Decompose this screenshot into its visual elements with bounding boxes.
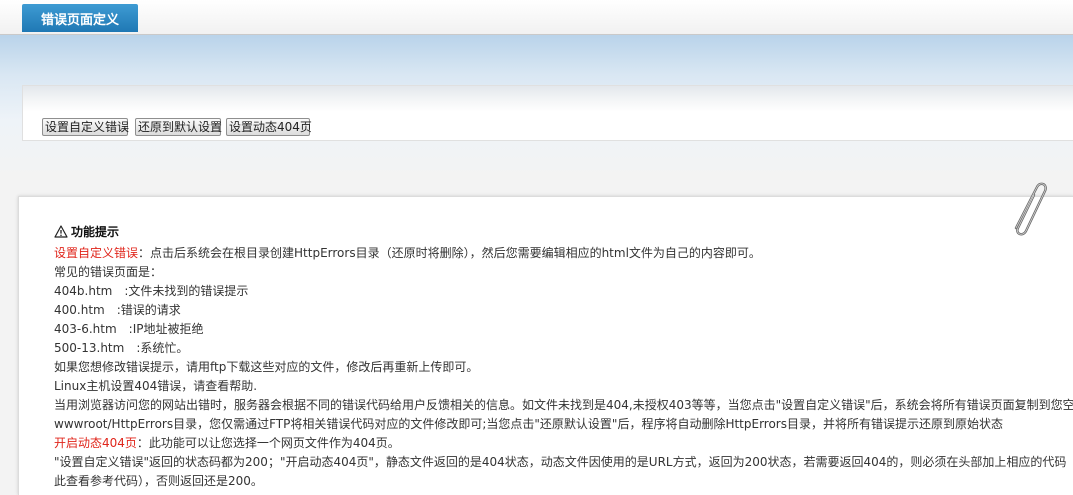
info-line: 404b.htm :文件未找到的错误提示	[54, 282, 1073, 301]
info-line: 开启动态404页：此功能可以让您选择一个网页文件作为404页。	[54, 434, 1073, 453]
info-line-text: 404b.htm :文件未找到的错误提示	[54, 284, 249, 298]
info-line: 400.htm :错误的请求	[54, 301, 1073, 320]
info-line: wwwroot/HttpErrors目录，您仅需通过FTP将相关错误代码对应的文…	[54, 415, 1073, 434]
info-line-text: 如果您想修改错误提示，请用ftp下载这些对应的文件，修改后再重新上传即可。	[54, 360, 479, 374]
info-line: 设置自定义错误：点击后系统会在根目录创建HttpErrors目录（还原时将删除）…	[54, 244, 1073, 263]
info-line-text: 403-6.htm :IP地址被拒绝	[54, 322, 204, 336]
info-line-text: ：此功能可以让您选择一个网页文件作为404页。	[136, 436, 400, 450]
info-title-text: 功能提示	[71, 225, 120, 239]
set-custom-error-button[interactable]: 设置自定义错误	[42, 118, 129, 136]
restore-default-button[interactable]: 还原到默认设置	[135, 118, 222, 136]
info-line-text: 此查看参考代码），否则返回还是200。	[54, 474, 263, 488]
paperclip-icon	[1014, 182, 1047, 236]
info-line-highlight[interactable]: 开启动态404页	[54, 436, 137, 450]
info-line: 当用浏览器访问您的网站出错时，服务器会根据不同的错误代码给用户反馈相关的信息。如…	[54, 396, 1073, 415]
info-title: 功能提示	[54, 223, 119, 240]
info-line-text: 500-13.htm :系统忙。	[54, 341, 189, 355]
toolbar-panel: 设置自定义错误 还原到默认设置 设置动态404页	[22, 85, 1073, 141]
tab-bar: 错误页面定义	[0, 0, 1073, 35]
info-line: "设置自定义错误"返回的状态码都为200；"开启动态404页"，静态文件返回的是…	[54, 453, 1073, 472]
info-line-text: wwwroot/HttpErrors目录，您仅需通过FTP将相关错误代码对应的文…	[54, 417, 1003, 431]
info-line: 此查看参考代码），否则返回还是200。	[54, 472, 1073, 491]
info-line: 403-6.htm :IP地址被拒绝	[54, 320, 1073, 339]
info-line-text: 当用浏览器访问您的网站出错时，服务器会根据不同的错误代码给用户反馈相关的信息。如…	[54, 398, 1073, 412]
info-line-text: ：点击后系统会在根目录创建HttpErrors目录（还原时将删除），然后您需要编…	[138, 246, 761, 260]
info-line-text: "设置自定义错误"返回的状态码都为200；"开启动态404页"，静态文件返回的是…	[54, 455, 1073, 469]
info-line-highlight[interactable]: 设置自定义错误	[54, 246, 138, 260]
set-dynamic-404-button[interactable]: 设置动态404页	[226, 118, 312, 136]
info-lines: 设置自定义错误：点击后系统会在根目录创建HttpErrors目录（还原时将删除）…	[54, 244, 1073, 491]
info-line: 500-13.htm :系统忙。	[54, 339, 1073, 358]
warning-icon	[54, 225, 68, 238]
info-line-text: 常见的错误页面是：	[54, 265, 163, 279]
info-line-text: 400.htm :错误的请求	[54, 303, 181, 317]
info-line: 常见的错误页面是：	[54, 263, 1073, 282]
tab-error-page-definition[interactable]: 错误页面定义	[22, 4, 138, 32]
info-line: 如果您想修改错误提示，请用ftp下载这些对应的文件，修改后再重新上传即可。	[54, 358, 1073, 377]
info-panel: 功能提示 设置自定义错误：点击后系统会在根目录创建HttpErrors目录（还原…	[18, 196, 1073, 495]
info-line-text: Linux主机设置404错误，请查看帮助.	[54, 379, 258, 393]
info-line-help-link[interactable]: Linux主机设置404错误，请查看帮助.	[54, 377, 1073, 396]
